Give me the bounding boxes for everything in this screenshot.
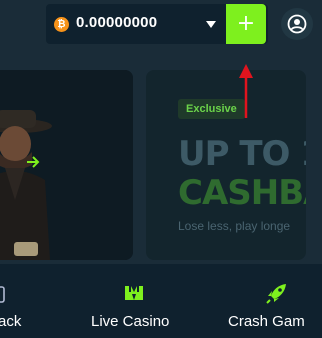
- exclusive-badge: Exclusive: [178, 99, 245, 119]
- cards-icon: [0, 286, 5, 303]
- arrow-right-icon: [27, 156, 40, 168]
- promo-card-cashback[interactable]: Exclusive UP TO 15 CASHBAC Lose less, pl…: [146, 70, 306, 260]
- top-bar: ₿ 0.00000000 +: [0, 0, 322, 48]
- deposit-button[interactable]: +: [226, 4, 266, 44]
- bottom-nav: ack Live Casino Crash Gam: [0, 264, 322, 338]
- promo-headline-line2: CASHBAC: [178, 173, 306, 213]
- rocket-icon: [266, 284, 286, 304]
- bitcoin-icon: ₿: [54, 17, 69, 32]
- nav-item-live-casino[interactable]: Live Casino: [85, 264, 185, 338]
- nav-item-label: Crash Gam: [228, 313, 305, 330]
- nav-item-label: ack: [0, 313, 22, 330]
- user-circle-icon: [287, 14, 307, 34]
- profile-button[interactable]: [281, 8, 313, 40]
- dealer-icon: [125, 286, 143, 300]
- character-illustration: [0, 70, 133, 260]
- promo-headline-line1: UP TO 15: [178, 134, 306, 174]
- promo-carousel: Exclusive UP TO 15 CASHBAC Lose less, pl…: [0, 70, 322, 260]
- wallet-balance[interactable]: 0.00000000: [76, 14, 157, 31]
- annotation-arrow-icon: [239, 64, 253, 118]
- promo-card-character[interactable]: [0, 70, 133, 260]
- nav-item-label: Live Casino: [91, 313, 170, 330]
- promo-subtitle: Lose less, play longe: [178, 219, 291, 233]
- nav-item-crash-games[interactable]: Crash Gam: [222, 264, 322, 338]
- wallet-selector[interactable]: ₿ 0.00000000 +: [46, 4, 268, 44]
- nav-item-blackjack[interactable]: ack: [0, 264, 70, 338]
- caret-down-icon[interactable]: [206, 21, 216, 28]
